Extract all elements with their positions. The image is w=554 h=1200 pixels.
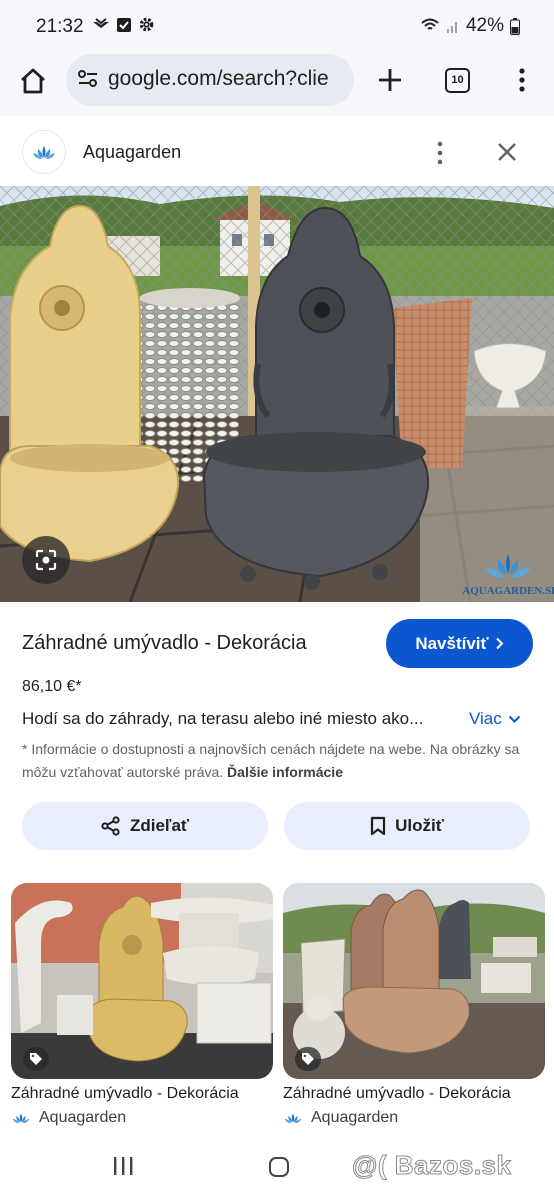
- more-link[interactable]: Viac: [469, 709, 521, 729]
- site-settings-icon[interactable]: [78, 70, 98, 88]
- disclaimer: * Informácie o dostupnosti a najnovších …: [22, 738, 522, 784]
- related-photo: [283, 883, 545, 1079]
- save-label: Uložiť: [395, 816, 444, 835]
- chevron-down-icon: [508, 715, 520, 723]
- lens-icon: [35, 549, 57, 571]
- notification-icons: [92, 16, 155, 33]
- related-title: Záhradné umývadlo - Dekorácia: [11, 1085, 239, 1102]
- more-options-icon[interactable]: [430, 140, 450, 166]
- google-lens-button[interactable]: [22, 536, 70, 584]
- address-bar[interactable]: google.com/search?clie: [66, 54, 354, 106]
- product-description: Hodí sa do záhrady, na terasu alebo iné …: [22, 709, 424, 728]
- settings-gear-icon: [139, 17, 154, 32]
- home-icon[interactable]: [18, 66, 48, 96]
- tag-icon: [302, 1053, 314, 1065]
- tag-icon: [30, 1053, 42, 1065]
- related-item[interactable]: Záhradné umývadlo - Dekorácia Aquagarden: [283, 883, 545, 1127]
- share-icon: [101, 816, 120, 836]
- related-title: Záhradné umývadlo - Dekorácia: [283, 1085, 511, 1102]
- browser-toolbar: google.com/search?clie 10: [0, 54, 554, 116]
- chevron-right-icon: [495, 637, 504, 650]
- tag-badge: [295, 1047, 321, 1071]
- system-nav-bar: @( Bazos.sk: [0, 1136, 554, 1200]
- share-label: Zdieľať: [129, 816, 190, 835]
- related-source-name: Aquagarden: [311, 1109, 399, 1126]
- tab-switcher-button[interactable]: 10: [445, 68, 470, 93]
- save-button[interactable]: Uložiť: [284, 802, 530, 850]
- bookmark-icon: [371, 816, 386, 836]
- url-text: google.com/search?clie: [108, 67, 329, 90]
- more-label: Viac: [469, 709, 502, 728]
- related-item[interactable]: Záhradné umývadlo - Dekorácia Aquagarden: [11, 883, 273, 1127]
- wifi-icon: [421, 18, 439, 30]
- new-tab-icon[interactable]: [376, 66, 404, 94]
- main-product-image[interactable]: AQUAGARDEN.SK: [0, 186, 554, 602]
- related-source: Aquagarden: [11, 1109, 273, 1127]
- visit-button[interactable]: Navštíviť: [386, 619, 533, 668]
- lotus-logo-icon: [284, 1113, 302, 1124]
- product-price: 86,10 €*: [22, 678, 82, 695]
- check-box-icon: [117, 17, 131, 32]
- related-photo: [11, 883, 273, 1079]
- share-button[interactable]: Zdieľať: [22, 802, 268, 850]
- tag-badge: [23, 1047, 49, 1071]
- site-watermark: @( Bazos.sk: [351, 1150, 512, 1181]
- visit-label: Navštíviť: [415, 633, 489, 653]
- related-source-name: Aquagarden: [39, 1109, 127, 1126]
- status-bar: 21:32 42%: [0, 0, 554, 54]
- fountain-photo: AQUAGARDEN.SK: [0, 186, 554, 602]
- signal-icon: [446, 22, 457, 33]
- more-vert-icon[interactable]: [512, 66, 532, 94]
- related-source: Aquagarden: [283, 1109, 545, 1127]
- bird-icon: [93, 17, 109, 28]
- source-name[interactable]: Aquagarden: [83, 142, 181, 163]
- source-logo[interactable]: [22, 130, 66, 174]
- status-time: 21:32: [36, 16, 84, 37]
- disclaimer-link[interactable]: Ďalšie informácie: [227, 764, 343, 780]
- battery-percentage: 42%: [465, 15, 504, 36]
- recent-apps-icon[interactable]: [112, 1156, 134, 1176]
- close-icon[interactable]: [495, 140, 519, 164]
- related-image[interactable]: [283, 883, 545, 1079]
- source-header: Aquagarden: [0, 118, 554, 186]
- lotus-logo-icon: [12, 1113, 30, 1124]
- home-nav-button[interactable]: [269, 1157, 289, 1177]
- lotus-logo-icon: [33, 146, 55, 159]
- image-watermark: AQUAGARDEN.SK: [462, 585, 554, 597]
- product-title: Záhradné umývadlo - Dekorácia: [22, 632, 307, 654]
- battery-icon: [510, 17, 520, 35]
- related-image[interactable]: [11, 883, 273, 1079]
- status-right: 42%: [420, 15, 520, 37]
